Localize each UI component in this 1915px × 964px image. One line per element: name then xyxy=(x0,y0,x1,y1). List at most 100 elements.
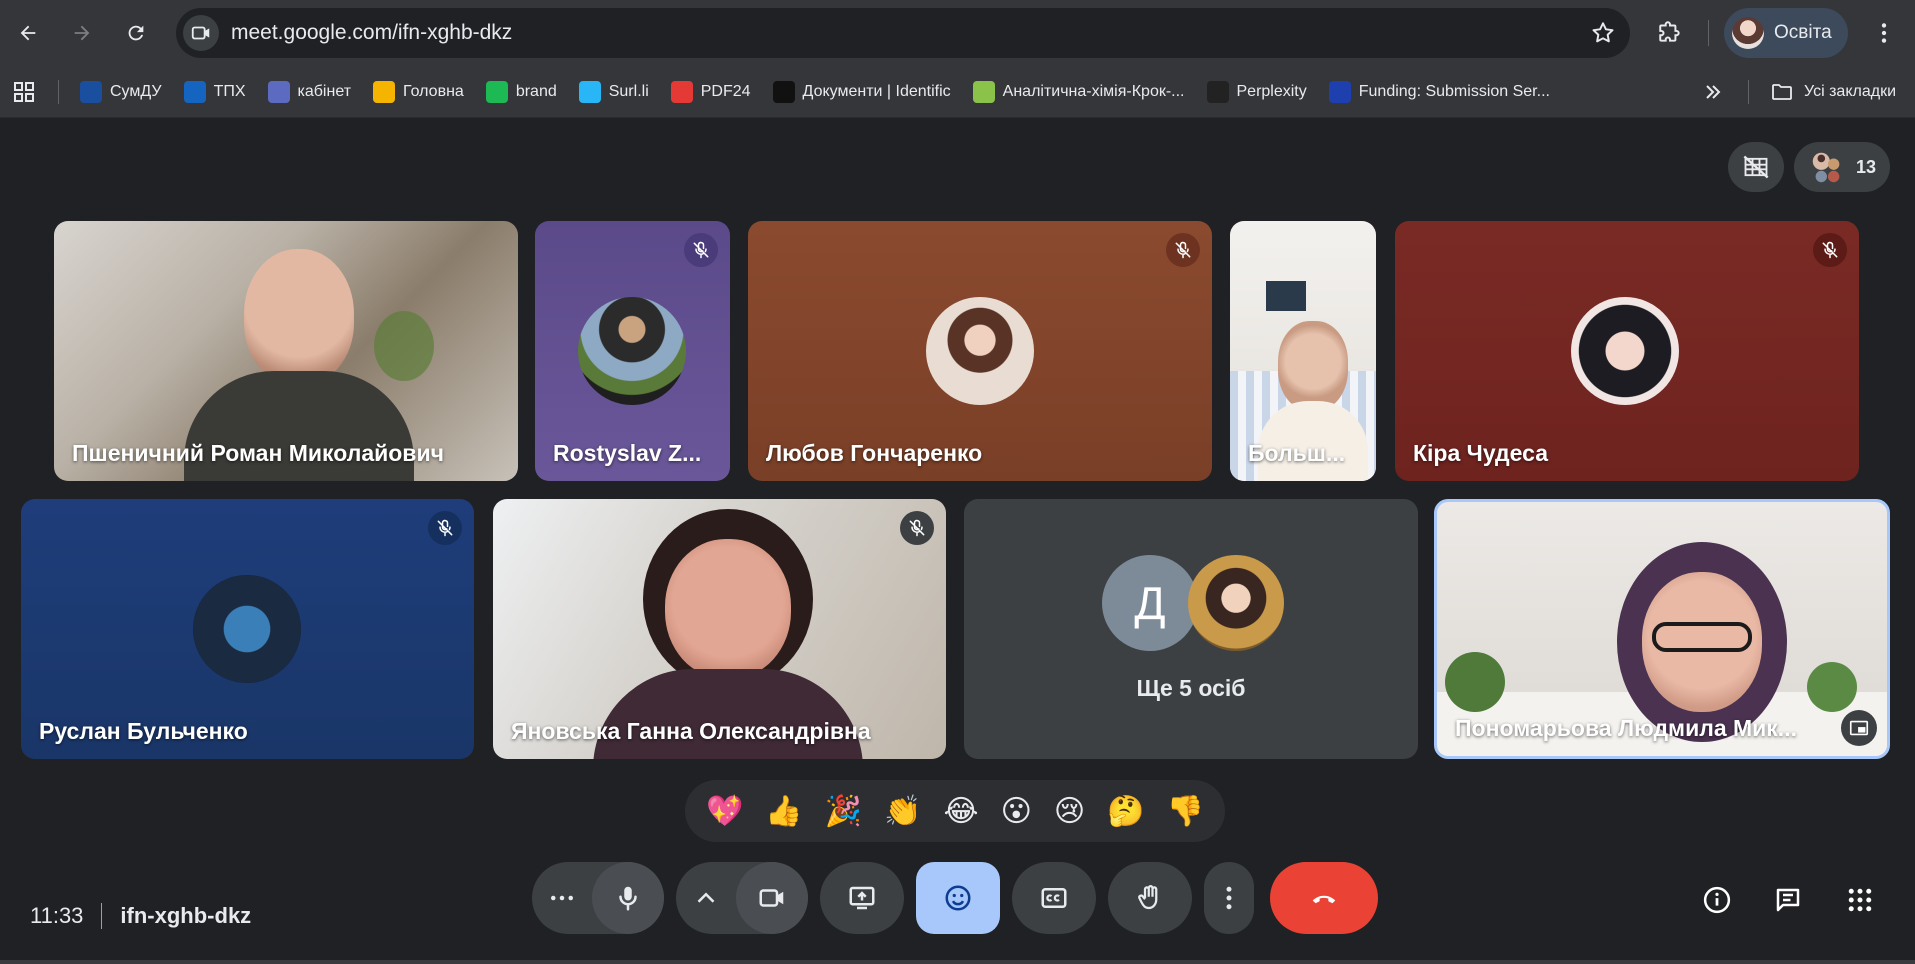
microphone-icon xyxy=(619,886,637,911)
apps-grid-icon[interactable] xyxy=(12,80,36,104)
browser-toolbar: meet.google.com/ifn-xghb-dkz Освіта xyxy=(0,0,1915,66)
reaction-emoji[interactable]: 🎉 xyxy=(825,794,862,829)
participant-name: Любов Гончаренко xyxy=(766,440,983,466)
audio-control-group xyxy=(532,862,664,934)
bookmark-item[interactable]: Perplexity xyxy=(1206,74,1319,110)
meeting-details-button[interactable] xyxy=(1697,880,1737,920)
bookmark-label: Funding: Submission Ser... xyxy=(1358,83,1550,100)
bookmark-label: Документи | Identific xyxy=(802,83,951,100)
turn-off-tiles-button[interactable] xyxy=(1728,142,1784,192)
meeting-clock: 11:33 xyxy=(30,903,84,928)
bookmark-item[interactable]: Документи | Identific xyxy=(772,74,963,110)
url-text[interactable]: meet.google.com/ifn-xghb-dkz xyxy=(231,21,512,45)
reaction-emoji[interactable]: 🤔 xyxy=(1107,794,1144,829)
site-info-icon[interactable] xyxy=(183,15,219,51)
self-tile[interactable]: Пономарьова Людмила Мик... xyxy=(1434,499,1890,759)
more-options-button[interactable] xyxy=(1204,862,1254,934)
link-icon xyxy=(578,81,601,103)
profile-avatar xyxy=(1732,17,1764,49)
reaction-emoji[interactable]: 👍 xyxy=(765,794,802,829)
reaction-emoji[interactable]: 😂 xyxy=(944,794,979,829)
extensions-button[interactable] xyxy=(1652,14,1688,50)
bookmark-item[interactable]: Аналітична-хімія-Крок-... xyxy=(972,74,1197,110)
mic-off-icon xyxy=(1175,241,1191,259)
participant-name: Пономарьова Людмила Мик... xyxy=(1455,715,1797,741)
bookmarks-list: СумДУ ТПХ кабінет Головна brand Surl.li PDF24 Д… xyxy=(80,66,1572,118)
others-tile[interactable]: Д Ще 5 осіб xyxy=(964,499,1418,759)
microphone-button[interactable] xyxy=(592,862,664,934)
chat-button[interactable] xyxy=(1768,880,1808,920)
all-bookmarks-button[interactable]: Усі закладки xyxy=(1770,66,1896,118)
reaction-emoji[interactable]: 😮 xyxy=(1001,794,1032,829)
back-button[interactable] xyxy=(10,15,46,51)
camera-button[interactable] xyxy=(736,862,808,934)
participant-tile[interactable]: Больш... xyxy=(1230,221,1376,481)
pip-icon xyxy=(1849,720,1869,736)
video-options-button[interactable] xyxy=(676,862,736,934)
leave-call-button[interactable] xyxy=(1270,862,1378,934)
participant-tile[interactable]: Пшеничний Роман Миколайович xyxy=(54,221,518,481)
mic-off-icon xyxy=(909,519,925,537)
activities-button[interactable] xyxy=(1840,880,1880,920)
participant-tile[interactable]: Rostyslav Z... xyxy=(535,221,730,481)
raise-hand-button[interactable] xyxy=(1108,862,1192,934)
bookmark-item[interactable]: Surl.li xyxy=(578,74,661,110)
profile-button[interactable]: Освіта xyxy=(1724,8,1848,58)
participant-tile[interactable]: Кіра Чудеса xyxy=(1395,221,1859,481)
forward-button[interactable] xyxy=(64,15,100,51)
bookmark-item[interactable]: PDF24 xyxy=(670,74,763,110)
video-feed-body xyxy=(593,669,863,759)
bookmark-label: кабінет xyxy=(297,83,352,100)
arrow-left-icon xyxy=(20,25,36,41)
muted-badge xyxy=(900,511,934,545)
bookmark-item[interactable]: brand xyxy=(485,74,569,110)
meeting-code[interactable]: ifn-xghb-dkz xyxy=(120,903,251,929)
bookmark-label: Perplexity xyxy=(1236,83,1307,100)
audio-options-button[interactable] xyxy=(532,862,592,934)
chevron-up-icon xyxy=(697,892,715,903)
reload-button[interactable] xyxy=(118,15,154,51)
reaction-emoji[interactable]: 👎 xyxy=(1167,794,1204,829)
emoji-smile-icon xyxy=(945,885,971,911)
bookmark-label: Surl.li xyxy=(608,83,649,100)
bookmarks-divider xyxy=(58,80,59,104)
reaction-emoji[interactable]: 💖 xyxy=(706,794,743,829)
participants-button[interactable]: 13 xyxy=(1794,142,1890,192)
chevron-double-right-icon[interactable] xyxy=(1700,80,1726,104)
reaction-emoji[interactable]: 😢 xyxy=(1054,794,1085,829)
present-screen-button[interactable] xyxy=(820,862,904,934)
participant-name: Руслан Бульченко xyxy=(39,718,248,744)
bookmark-label: ТПХ xyxy=(213,83,246,100)
bookmark-item[interactable]: Funding: Submission Ser... xyxy=(1328,74,1562,110)
participant-tile[interactable]: Яновська Ганна Олександрівна xyxy=(493,499,946,759)
mic-off-icon xyxy=(1822,241,1838,259)
picture-in-picture-button[interactable] xyxy=(1841,710,1877,746)
bookmark-item[interactable]: Головна xyxy=(373,74,476,110)
bookmark-item[interactable]: кабінет xyxy=(267,74,364,110)
reaction-emoji[interactable]: 👏 xyxy=(884,794,921,829)
bookmark-item[interactable]: СумДУ xyxy=(80,74,174,110)
participant-name: Пшеничний Роман Миколайович xyxy=(72,440,444,466)
video-control-group xyxy=(676,862,808,934)
no-video-grid-icon xyxy=(1743,155,1769,179)
meet-stage: 13 Пшеничний Роман Миколайович Rostyslav… xyxy=(0,118,1915,964)
participant-avatar xyxy=(1571,297,1679,405)
bookmarks-bar: СумДУ ТПХ кабінет Головна brand Surl.li PDF24 Д… xyxy=(0,66,1915,118)
plant-shape xyxy=(1807,662,1857,712)
reactions-button[interactable] xyxy=(916,862,1000,934)
participant-avatar xyxy=(1188,555,1284,651)
info-divider xyxy=(101,903,103,929)
participant-tile[interactable]: Руслан Бульченко xyxy=(21,499,474,759)
bookmark-star-icon[interactable] xyxy=(1590,20,1616,46)
brand-icon xyxy=(485,81,508,103)
bookmark-item[interactable]: ТПХ xyxy=(183,74,258,110)
participant-name: Rostyslav Z... xyxy=(553,440,702,466)
video-camera-icon xyxy=(759,889,784,907)
bookmark-label: СумДУ xyxy=(110,83,162,100)
participant-tile[interactable]: Любов Гончаренко xyxy=(748,221,1212,481)
participant-name: Больш... xyxy=(1248,440,1346,466)
browser-menu-button[interactable] xyxy=(1866,15,1902,51)
captions-button[interactable] xyxy=(1012,862,1096,934)
muted-badge xyxy=(1813,233,1847,267)
address-bar[interactable]: meet.google.com/ifn-xghb-dkz xyxy=(176,8,1630,58)
